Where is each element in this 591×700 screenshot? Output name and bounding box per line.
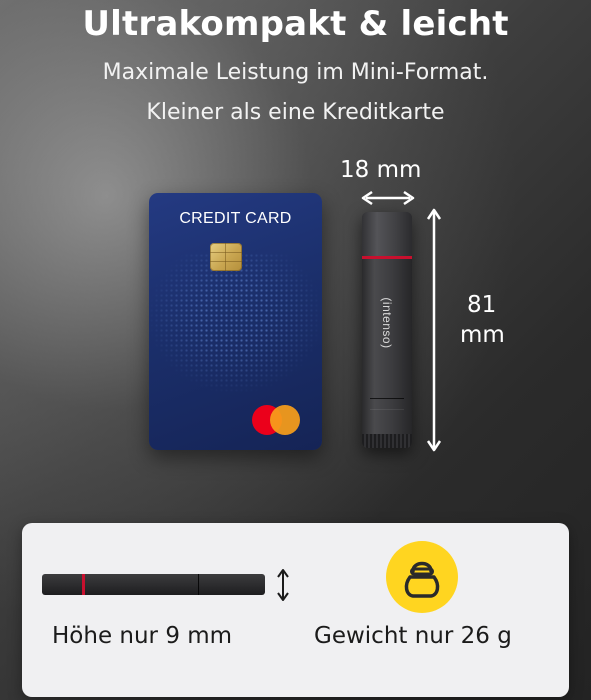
headline: Ultrakompakt & leicht (82, 4, 509, 44)
weight-caption: Gewicht nur 26 g (314, 623, 512, 649)
usb-stick-groove (370, 398, 404, 410)
width-arrow-icon (361, 190, 415, 206)
usb-stick-brand: (intenso) (380, 297, 394, 349)
length-unit: mm (460, 322, 505, 348)
usb-stick-side-view (42, 574, 265, 595)
kettlebell-icon (404, 561, 440, 598)
usb-stick-grip (362, 434, 412, 448)
credit-card: CREDIT CARD (149, 193, 322, 450)
height-caption: Höhe nur 9 mm (52, 623, 233, 649)
usb-stick-cap (362, 212, 412, 256)
double-arrow-vertical-icon (277, 569, 289, 601)
side-view-red-band (82, 574, 85, 595)
usb-stick: (intenso) (362, 212, 412, 448)
world-map-pattern (149, 253, 322, 393)
subtitle-line-2: Kleiner als eine Kreditkarte (146, 100, 445, 125)
mastercard-logo-yellow-circle (270, 405, 300, 435)
weight-badge (386, 541, 458, 613)
length-arrow-icon (426, 208, 442, 452)
card-chip (210, 243, 242, 271)
width-label: 18 mm (340, 157, 422, 183)
length-value: 81 (467, 292, 497, 318)
subtitle-line-1: Maximale Leistung im Mini-Format. (102, 60, 489, 85)
side-view-cap-seam (198, 574, 199, 595)
feature-panel: Höhe nur 9 mm Gewicht nur 26 g (22, 523, 569, 697)
card-label: CREDIT CARD (179, 210, 292, 227)
usb-stick-red-band (362, 256, 412, 259)
